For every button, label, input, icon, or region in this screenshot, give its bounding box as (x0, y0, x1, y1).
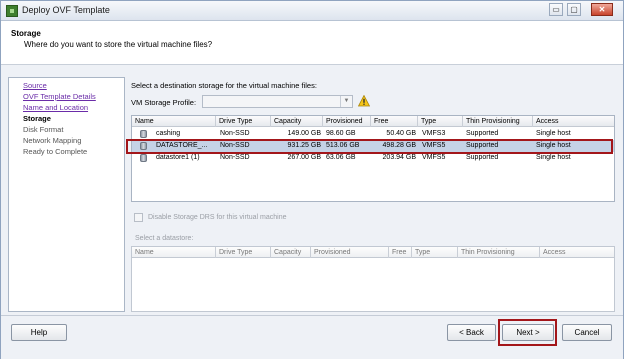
col-drive-type[interactable]: Drive Type (216, 116, 271, 127)
col-type[interactable]: Type (418, 116, 463, 127)
storage-table-header: Name Drive Type Capacity Provisioned Fre… (132, 116, 614, 127)
close-button[interactable]: ✕ (591, 3, 613, 16)
step-ovf-template-details[interactable]: OVF Template Details (23, 92, 96, 101)
col-capacity[interactable]: Capacity (271, 116, 323, 127)
col-name: Name (132, 247, 216, 258)
step-disk-format: Disk Format (23, 125, 64, 134)
wizard-steps: Source OVF Template Details Name and Loc… (8, 77, 125, 312)
step-name-and-location[interactable]: Name and Location (23, 103, 88, 112)
step-source[interactable]: Source (23, 81, 47, 90)
datastore-icon (140, 154, 147, 162)
wizard-header: Storage Where do you want to store the v… (1, 21, 623, 65)
col-access: Access (543, 249, 566, 256)
col-thin-provisioning: Thin Provisioning (458, 247, 540, 258)
window-title: Deploy OVF Template (22, 5, 110, 15)
step-ready-to-complete: Ready to Complete (23, 147, 88, 156)
selected-row-highlight (126, 139, 613, 154)
col-thin-provisioning[interactable]: Thin Provisioning (463, 116, 533, 127)
next-button-highlight (498, 319, 557, 346)
maximize-button[interactable]: ▢ (567, 3, 581, 16)
datastore-icon (140, 130, 147, 138)
select-datastore-label: Select a datastore: (135, 235, 194, 242)
disable-storage-drs-label: Disable Storage DRS for this virtual mac… (148, 214, 287, 221)
step-storage: Storage (23, 114, 51, 123)
col-free: Free (389, 247, 412, 258)
deploy-ovf-window: Deploy OVF Template ▭ ▢ ✕ Storage Where … (0, 0, 624, 359)
back-button[interactable]: < Back (447, 324, 496, 341)
storage-table: Name Drive Type Capacity Provisioned Fre… (131, 115, 615, 202)
col-drive-type: Drive Type (216, 247, 271, 258)
app-icon (6, 5, 18, 17)
col-access[interactable]: Access (533, 116, 614, 127)
col-provisioned[interactable]: Provisioned (323, 116, 371, 127)
col-provisioned: Provisioned (311, 247, 389, 258)
cancel-button[interactable]: Cancel (562, 324, 612, 341)
chevron-down-icon[interactable]: ▼ (340, 96, 352, 107)
datastore-table: Name Drive Type Capacity Provisioned Fre… (131, 246, 615, 312)
col-capacity: Capacity (271, 247, 311, 258)
col-free[interactable]: Free (371, 116, 418, 127)
col-name[interactable]: Name (132, 116, 216, 127)
disable-storage-drs-checkbox[interactable] (134, 213, 143, 222)
datastore-table-header: Name Drive Type Capacity Provisioned Fre… (132, 247, 614, 258)
col-type: Type (412, 247, 458, 258)
vm-storage-profile-label: VM Storage Profile: (131, 98, 197, 107)
page-subtitle: Where do you want to store the virtual m… (24, 40, 213, 49)
instruction-text: Select a destination storage for the vir… (131, 81, 317, 90)
title-bar: Deploy OVF Template ▭ ▢ ✕ (1, 1, 623, 21)
minimize-button[interactable]: ▭ (549, 3, 563, 16)
help-button[interactable]: Help (11, 324, 67, 341)
warning-icon (358, 95, 370, 107)
step-network-mapping: Network Mapping (23, 136, 82, 145)
page-title: Storage (11, 29, 41, 38)
vm-storage-profile-select[interactable]: ▼ (202, 95, 353, 108)
